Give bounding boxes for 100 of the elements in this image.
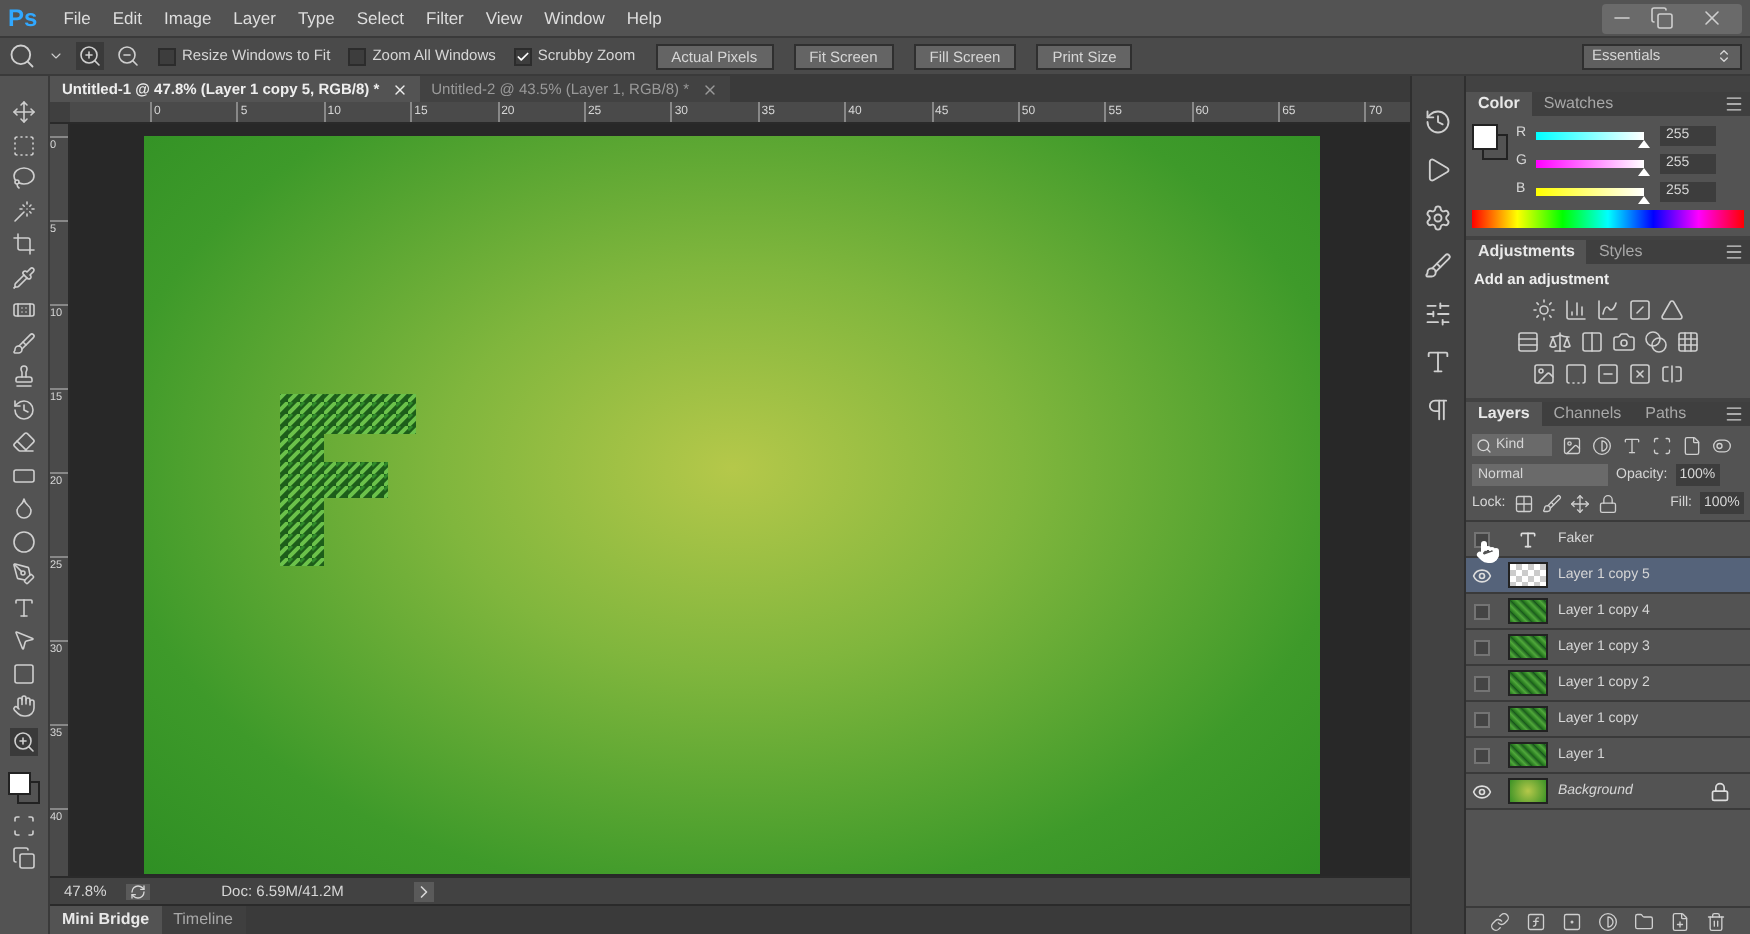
menu-item[interactable]: Edit: [112, 5, 143, 31]
move-icon[interactable]: [12, 100, 36, 124]
bandage-icon[interactable]: [12, 298, 36, 322]
visibility-toggle[interactable]: [1474, 711, 1490, 728]
lock-icon[interactable]: [1597, 493, 1618, 514]
shape-filter-icon[interactable]: [1652, 435, 1672, 456]
eye-icon[interactable]: [1472, 565, 1492, 586]
move-lock-icon[interactable]: [1569, 493, 1590, 514]
color-swatches-drawing[interactable]: [1472, 124, 1508, 160]
restore-icon: [1650, 6, 1674, 30]
half-circle-icon[interactable]: [1598, 911, 1618, 931]
visibility-toggle[interactable]: [1474, 675, 1490, 692]
status-info-button[interactable]: [126, 883, 151, 899]
checkbox[interactable]: [158, 47, 176, 65]
crop-icon[interactable]: [12, 232, 36, 256]
layer-thumbnail: [1508, 562, 1548, 589]
sun-icon[interactable]: [1532, 298, 1556, 323]
wand-icon[interactable]: [12, 199, 36, 223]
sliders-icon[interactable]: [1424, 300, 1452, 328]
image-filter-icon[interactable]: [1562, 435, 1582, 456]
trash-icon[interactable]: [1706, 911, 1726, 931]
split-square-icon[interactable]: [1580, 330, 1604, 355]
image-icon[interactable]: [1532, 362, 1556, 387]
type-filter-icon[interactable]: [1622, 435, 1642, 456]
menu-item[interactable]: Layer: [233, 5, 276, 31]
checkbox[interactable]: [513, 47, 532, 65]
checker-lock-icon[interactable]: [1513, 493, 1534, 514]
marquee-icon[interactable]: [12, 133, 36, 157]
droplet-icon[interactable]: [12, 496, 36, 520]
menu-item[interactable]: Image: [164, 5, 212, 31]
menu-item[interactable]: Help: [626, 5, 662, 31]
panel-tab[interactable]: Adjustments: [1466, 240, 1587, 264]
bar-chart-icon[interactable]: [1564, 298, 1588, 323]
visibility-toggle[interactable]: [1474, 603, 1490, 620]
gear-icon[interactable]: [1424, 204, 1452, 232]
camera-icon[interactable]: [1612, 330, 1636, 355]
link-icon[interactable]: [1490, 911, 1510, 931]
zoom-out-icon[interactable]: [116, 44, 140, 68]
updown-icon: [1716, 48, 1732, 64]
toggle-icon[interactable]: [1712, 435, 1732, 456]
rectangle-icon[interactable]: [12, 661, 36, 685]
type-icon[interactable]: [12, 595, 36, 619]
panel-tab[interactable]: Color: [1466, 92, 1532, 116]
minus-square-icon[interactable]: [1596, 362, 1620, 387]
new-layer-icon[interactable]: [1670, 911, 1690, 931]
panel-menu-icon[interactable]: [1724, 404, 1744, 425]
panel-tab[interactable]: Layers: [1466, 402, 1542, 427]
dashed-square-icon[interactable]: [1564, 362, 1588, 387]
character-icon[interactable]: [1424, 348, 1452, 376]
menu-item[interactable]: File: [63, 5, 91, 31]
stamp-icon[interactable]: [12, 364, 36, 388]
checkbox[interactable]: [348, 47, 367, 65]
grid-icon[interactable]: [1676, 330, 1700, 355]
mask-icon[interactable]: [1562, 911, 1582, 931]
color-spectrum[interactable]: [1472, 210, 1744, 228]
eraser-icon[interactable]: [12, 430, 36, 454]
hand-icon[interactable]: [12, 694, 36, 718]
eye-icon[interactable]: [1472, 781, 1492, 802]
menu-item[interactable]: Window: [544, 5, 605, 31]
lasso-icon[interactable]: [12, 166, 36, 190]
slider-thumb[interactable]: [1638, 167, 1650, 175]
zoom-tool-icon[interactable]: [8, 42, 36, 70]
adjustment-filter-icon[interactable]: [1592, 435, 1612, 456]
pilcrow-icon[interactable]: [1424, 396, 1452, 424]
pointer-icon[interactable]: [12, 628, 36, 652]
brush-icon[interactable]: [1424, 252, 1452, 280]
visibility-toggle[interactable]: [1474, 639, 1490, 656]
visibility-toggle[interactable]: [1474, 747, 1490, 764]
color-swatches-drawing[interactable]: [8, 772, 40, 804]
caret-icon: [48, 48, 64, 64]
x-square-icon[interactable]: [1628, 362, 1652, 387]
panel-menu-icon[interactable]: [1724, 94, 1744, 114]
blend-icon[interactable]: [1644, 330, 1668, 355]
split-horizontal-icon[interactable]: [1660, 362, 1684, 387]
folder-icon[interactable]: [1634, 911, 1654, 931]
brush-lock-icon[interactable]: [1541, 493, 1562, 514]
function-icon[interactable]: [1526, 911, 1546, 931]
panel-tab[interactable]: Timeline: [161, 906, 245, 934]
layer-thumbnail: [1508, 778, 1548, 805]
layer-thumbnail: [1508, 670, 1548, 697]
rows-icon[interactable]: [1516, 330, 1540, 355]
panel-tab[interactable]: Mini Bridge: [50, 906, 162, 934]
slashed-square-icon[interactable]: [1628, 298, 1652, 323]
zoom-icon[interactable]: [12, 729, 36, 753]
triangle-icon[interactable]: [1660, 298, 1684, 323]
brush-icon[interactable]: [12, 331, 36, 355]
slider-thumb[interactable]: [1638, 139, 1650, 147]
menu-item[interactable]: View: [485, 5, 523, 31]
menu-item[interactable]: Filter: [426, 5, 464, 31]
zoom-in-button[interactable]: [76, 42, 104, 70]
play-icon[interactable]: [1424, 156, 1452, 184]
scale-icon[interactable]: [1548, 330, 1572, 355]
history-icon[interactable]: [1424, 108, 1452, 136]
pen-icon[interactable]: [12, 562, 36, 586]
menu-item[interactable]: Select: [356, 5, 404, 31]
hand-cursor-icon: [1476, 540, 1500, 565]
eyedropper-icon[interactable]: [12, 265, 36, 289]
menu-item[interactable]: Type: [297, 5, 335, 31]
curve-icon[interactable]: [1596, 298, 1620, 323]
panel-menu-icon[interactable]: [1724, 242, 1744, 262]
